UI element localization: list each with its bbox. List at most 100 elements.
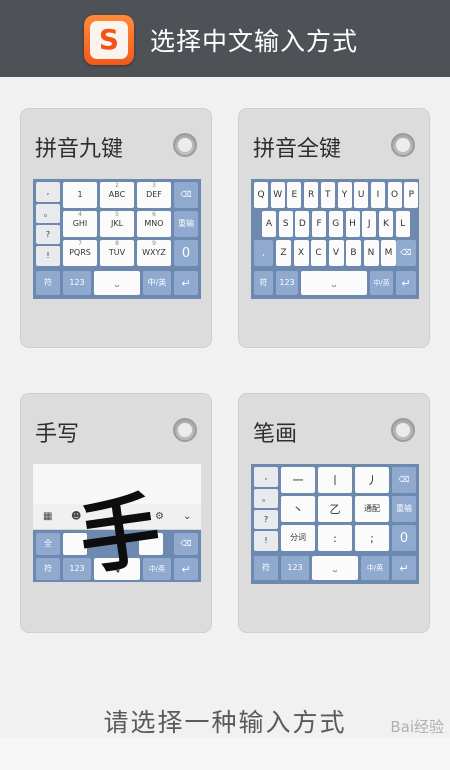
key-n: N	[363, 240, 379, 266]
key: 符	[254, 271, 273, 295]
key-s: S	[278, 211, 293, 237]
option-card-stroke[interactable]: 笔画 , 。 ? ! 一 丨 丿 丶 乙 通配 分词 : ; ⌫ 重输 0 符 …	[238, 393, 430, 633]
option-title: 手写	[35, 422, 80, 447]
key: 丶	[281, 496, 315, 522]
backspace-icon: ⌫	[396, 240, 416, 266]
key: 全	[36, 533, 60, 555]
key: ?	[36, 225, 60, 244]
key-x: X	[293, 240, 309, 266]
key-e: E	[287, 182, 302, 208]
key: ,	[254, 467, 278, 487]
option-card-handwriting[interactable]: 手写 ▦ ☻ ⚙ ⌄ 全 ⌫ 符 123 🎙 中/英 ↵ 手	[20, 393, 212, 633]
handwritten-character: 手	[73, 481, 166, 582]
key: 中/英	[143, 271, 171, 295]
backspace-icon: ⌫	[174, 182, 198, 208]
key-w: W	[270, 182, 285, 208]
key: ,	[254, 240, 273, 266]
key: 4 GHI	[63, 211, 97, 237]
key: 符	[36, 271, 60, 295]
key-b: B	[346, 240, 361, 266]
key-m: M	[381, 240, 396, 266]
enter-icon: ↵	[396, 271, 416, 295]
key-a: A	[262, 211, 276, 237]
key: :	[318, 525, 352, 551]
radio-button[interactable]	[173, 418, 197, 442]
key: 8 TUV	[100, 240, 134, 266]
option-title: 拼音九键	[35, 137, 124, 162]
key-v: V	[328, 240, 344, 266]
key: 。	[36, 204, 60, 223]
key: 7 PQRS	[63, 240, 97, 266]
option-title: 笔画	[253, 422, 298, 447]
key: 中/英	[361, 556, 389, 580]
key-r: R	[304, 182, 319, 208]
keyboard-preview-nine-key: , 。 ? ! 1 2 ABC 3 DEF 4 GHI 5 JKL 6 MNO 7 PQRS…	[33, 179, 201, 299]
key-u: U	[354, 182, 369, 208]
key: 中/英	[370, 271, 393, 295]
key: 123	[281, 556, 309, 580]
space-icon: ⎵	[301, 271, 367, 295]
option-card-pinyin-nine[interactable]: 拼音九键 , 。 ? ! 1 2 ABC 3 DEF 4 GHI 5 JKL 6 MNO …	[20, 108, 212, 348]
keyboard-preview-handwriting: ▦ ☻ ⚙ ⌄ 全 ⌫ 符 123 🎙 中/英 ↵ 手	[33, 464, 201, 582]
radio-button[interactable]	[391, 418, 415, 442]
key: !	[36, 246, 60, 266]
key: 3 DEF	[137, 182, 171, 208]
key: ?	[254, 510, 278, 529]
key-l: L	[395, 211, 410, 237]
key: 0	[392, 525, 416, 551]
bottom-strip	[0, 738, 450, 770]
sogou-logo-icon: S	[84, 15, 134, 65]
key: 符	[254, 556, 278, 580]
radio-button[interactable]	[173, 133, 197, 157]
enter-icon: ↵	[174, 558, 198, 580]
key: 符	[36, 558, 60, 580]
keyboard-preview-stroke: , 。 ? ! 一 丨 丿 丶 乙 通配 分词 : ; ⌫ 重输 0 符 123…	[251, 464, 419, 584]
backspace-icon: ⌫	[392, 467, 416, 493]
key-q: Q	[254, 182, 268, 208]
chevron-down-icon: ⌄	[183, 511, 192, 522]
select-prompt: 请选择一种输入方式	[103, 708, 347, 737]
key-y: Y	[337, 182, 352, 208]
key: 6 MNO	[137, 211, 171, 237]
option-card-pinyin-full[interactable]: 拼音全键 , ⌫ 符 123 ⎵ 中/英 ↵ QWERTYUIOP ASDFGHJ…	[238, 108, 430, 348]
key-d: D	[295, 211, 310, 237]
key: !	[254, 531, 278, 551]
key: 。	[254, 489, 278, 508]
enter-icon: ↵	[174, 271, 198, 295]
watermark: Bai经验	[390, 718, 444, 736]
grid-icon: ▦	[43, 511, 53, 522]
key: 1	[63, 182, 97, 208]
key: 分词	[281, 525, 315, 551]
key-j: J	[362, 211, 377, 237]
top-bar: S 选择中文输入方式	[0, 0, 450, 77]
key: 通配	[355, 496, 389, 522]
key-g: G	[328, 211, 343, 237]
key: 乙	[318, 496, 352, 522]
option-title: 拼音全键	[253, 137, 342, 162]
key: ,	[36, 182, 60, 202]
key: 5 JKL	[100, 211, 134, 237]
key: 0	[174, 240, 198, 266]
space-icon: ⎵	[312, 556, 358, 580]
key-z: Z	[276, 240, 291, 266]
key: 重输	[174, 211, 198, 237]
key-k: K	[378, 211, 393, 237]
space-icon: ⎵	[94, 271, 140, 295]
key: 丨	[318, 467, 352, 493]
key: 123	[63, 271, 91, 295]
key-t: T	[320, 182, 335, 208]
page-title: 选择中文输入方式	[150, 27, 359, 56]
key-i: I	[370, 182, 385, 208]
key: 9 WXYZ	[137, 240, 171, 266]
key: 丿	[355, 467, 389, 493]
key-h: H	[345, 211, 360, 237]
key: 一	[281, 467, 315, 493]
radio-button[interactable]	[391, 133, 415, 157]
backspace-icon: ⌫	[174, 533, 198, 555]
key-f: F	[312, 211, 327, 237]
key: 2 ABC	[100, 182, 134, 208]
key: 123	[276, 271, 298, 295]
key-o: O	[387, 182, 402, 208]
key-c: C	[311, 240, 326, 266]
keyboard-preview-full-key: , ⌫ 符 123 ⎵ 中/英 ↵ QWERTYUIOP ASDFGHJKL ZXC…	[251, 179, 419, 299]
